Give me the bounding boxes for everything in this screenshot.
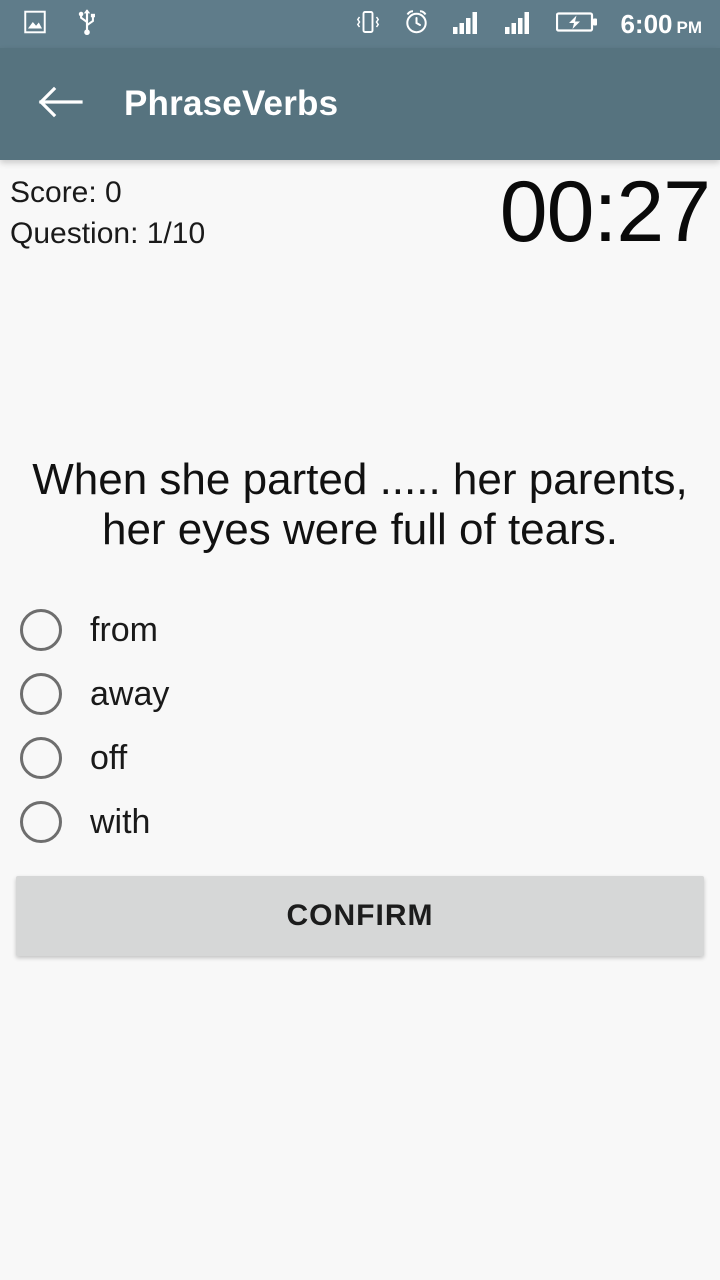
alarm-clock-icon bbox=[403, 8, 430, 41]
answer-options-group[interactable]: from away off with bbox=[0, 598, 720, 854]
page-title: PhraseVerbs bbox=[124, 84, 339, 123]
clock-time: 6:00 bbox=[620, 9, 673, 39]
answer-option-2[interactable]: off bbox=[0, 726, 720, 790]
signal-bars-sim2-icon bbox=[504, 9, 534, 40]
app-screen: 6:00 PM PhraseVerbs Score: 0 Question: 1/… bbox=[0, 0, 720, 1280]
radio-button-3[interactable] bbox=[20, 801, 62, 843]
radio-button-2[interactable] bbox=[20, 737, 62, 779]
answer-option-label-2: off bbox=[90, 739, 128, 777]
battery-charging-icon bbox=[556, 10, 598, 39]
status-bar-clock: 6:00 PM bbox=[620, 11, 702, 37]
status-bar: 6:00 PM bbox=[0, 0, 720, 48]
quiz-status-row: Score: 0 Question: 1/10 00:27 bbox=[0, 164, 720, 282]
radio-button-0[interactable] bbox=[20, 609, 62, 651]
countdown-timer: 00:27 bbox=[499, 164, 711, 260]
back-button[interactable] bbox=[22, 66, 98, 142]
clock-ampm: PM bbox=[676, 18, 703, 37]
arrow-left-icon bbox=[37, 85, 83, 124]
quiz-stats: Score: 0 Question: 1/10 bbox=[10, 172, 205, 254]
confirm-button[interactable]: CONFIRM bbox=[16, 876, 704, 956]
usb-icon bbox=[74, 8, 100, 41]
status-bar-left-icons bbox=[0, 8, 100, 41]
quiz-content: Score: 0 Question: 1/10 00:27 When she p… bbox=[0, 160, 720, 1280]
question-counter: Question: 1/10 bbox=[10, 217, 206, 250]
answer-option-label-0: from bbox=[90, 611, 158, 649]
status-bar-right-icons: 6:00 PM bbox=[355, 8, 720, 41]
screenshot-image-icon bbox=[22, 9, 48, 40]
radio-button-1[interactable] bbox=[20, 673, 62, 715]
answer-option-0[interactable]: from bbox=[0, 598, 720, 662]
vibrate-icon bbox=[355, 8, 381, 41]
app-bar: PhraseVerbs bbox=[0, 48, 720, 160]
confirm-button-wrapper: CONFIRM bbox=[0, 876, 720, 956]
answer-option-1[interactable]: away bbox=[0, 662, 720, 726]
answer-option-label-3: with bbox=[90, 803, 151, 841]
answer-option-3[interactable]: with bbox=[0, 790, 720, 854]
score-label: Score: 0 bbox=[10, 176, 122, 209]
question-text: When she parted ..... her parents, her e… bbox=[32, 455, 688, 554]
answer-option-label-1: away bbox=[90, 675, 170, 713]
signal-bars-sim1-icon bbox=[452, 9, 482, 40]
